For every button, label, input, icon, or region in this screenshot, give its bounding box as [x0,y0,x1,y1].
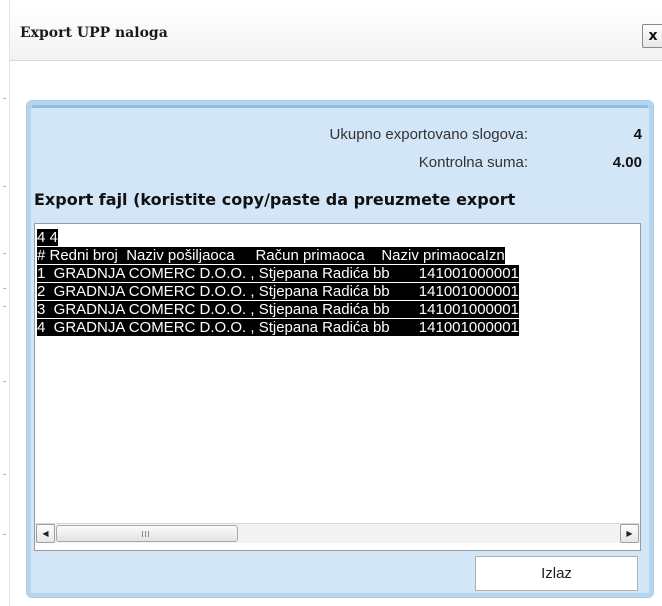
exit-button[interactable]: Izlaz [475,556,638,591]
export-line: 4 GRADNJA COMERC D.O.O. , Stjepana Radić… [37,319,637,337]
export-line: 3 GRADNJA COMERC D.O.O. , Stjepana Radić… [37,301,637,319]
edge-tick [3,98,6,99]
total-records-label: Ukupno exportovano slogova: [329,126,528,143]
scroll-right-button[interactable]: ▶ [620,524,639,543]
chevron-right-icon: ▶ [626,529,633,538]
edge-tick [3,288,6,289]
edge-tick [3,474,6,475]
edge-tick [3,186,6,187]
export-line: 1 GRADNJA COMERC D.O.O. , Stjepana Radić… [37,265,637,283]
checksum-value: 4.00 [612,154,642,171]
selected-text: 2 GRADNJA COMERC D.O.O. , Stjepana Radić… [37,283,519,300]
chevron-left-icon: ◀ [42,529,49,538]
page-left-edge [0,0,10,606]
checksum-label: Kontrolna suma: [418,154,528,171]
export-panel: Ukupno exportovano slogova: 4 Kontrolna … [26,100,654,598]
selected-text: # Redni broj Naziv pošiljaoca Račun prim… [37,247,505,264]
edge-tick [3,253,6,254]
selected-text: 3 GRADNJA COMERC D.O.O. , Stjepana Radić… [37,301,519,318]
selected-text: 4 GRADNJA COMERC D.O.O. , Stjepana Radić… [37,319,519,336]
export-textarea[interactable]: 4 4 # Redni broj Naziv pošiljaoca Račun … [34,223,641,551]
export-line: 4 4 [37,229,637,247]
horizontal-scrollbar[interactable]: ◀ ▶ [35,523,640,543]
selected-text: 1 GRADNJA COMERC D.O.O. , Stjepana Radić… [37,265,519,282]
dialog-titlebar[interactable]: Export UPP naloga x [10,10,662,61]
scroll-thumb[interactable] [56,525,238,542]
export-dialog: Export UPP naloga x Ukupno exportovano s… [10,10,662,606]
dialog-title: Export UPP naloga [20,25,168,41]
total-records-value: 4 [633,126,642,143]
scroll-left-button[interactable]: ◀ [36,524,55,543]
panel-top-border [31,105,649,108]
grip-icon [142,531,151,537]
close-button[interactable]: x [642,24,662,48]
export-file-heading: Export fajl (koristite copy/paste da pre… [34,190,516,209]
export-line: # Redni broj Naziv pošiljaoca Račun prim… [37,247,637,265]
export-text-content: 4 4 # Redni broj Naziv pošiljaoca Račun … [37,229,637,503]
edge-tick [3,306,6,307]
export-line: 2 GRADNJA COMERC D.O.O. , Stjepana Radić… [37,283,637,301]
selected-text: 4 4 [37,229,58,246]
edge-tick [3,534,6,535]
edge-tick [3,381,6,382]
